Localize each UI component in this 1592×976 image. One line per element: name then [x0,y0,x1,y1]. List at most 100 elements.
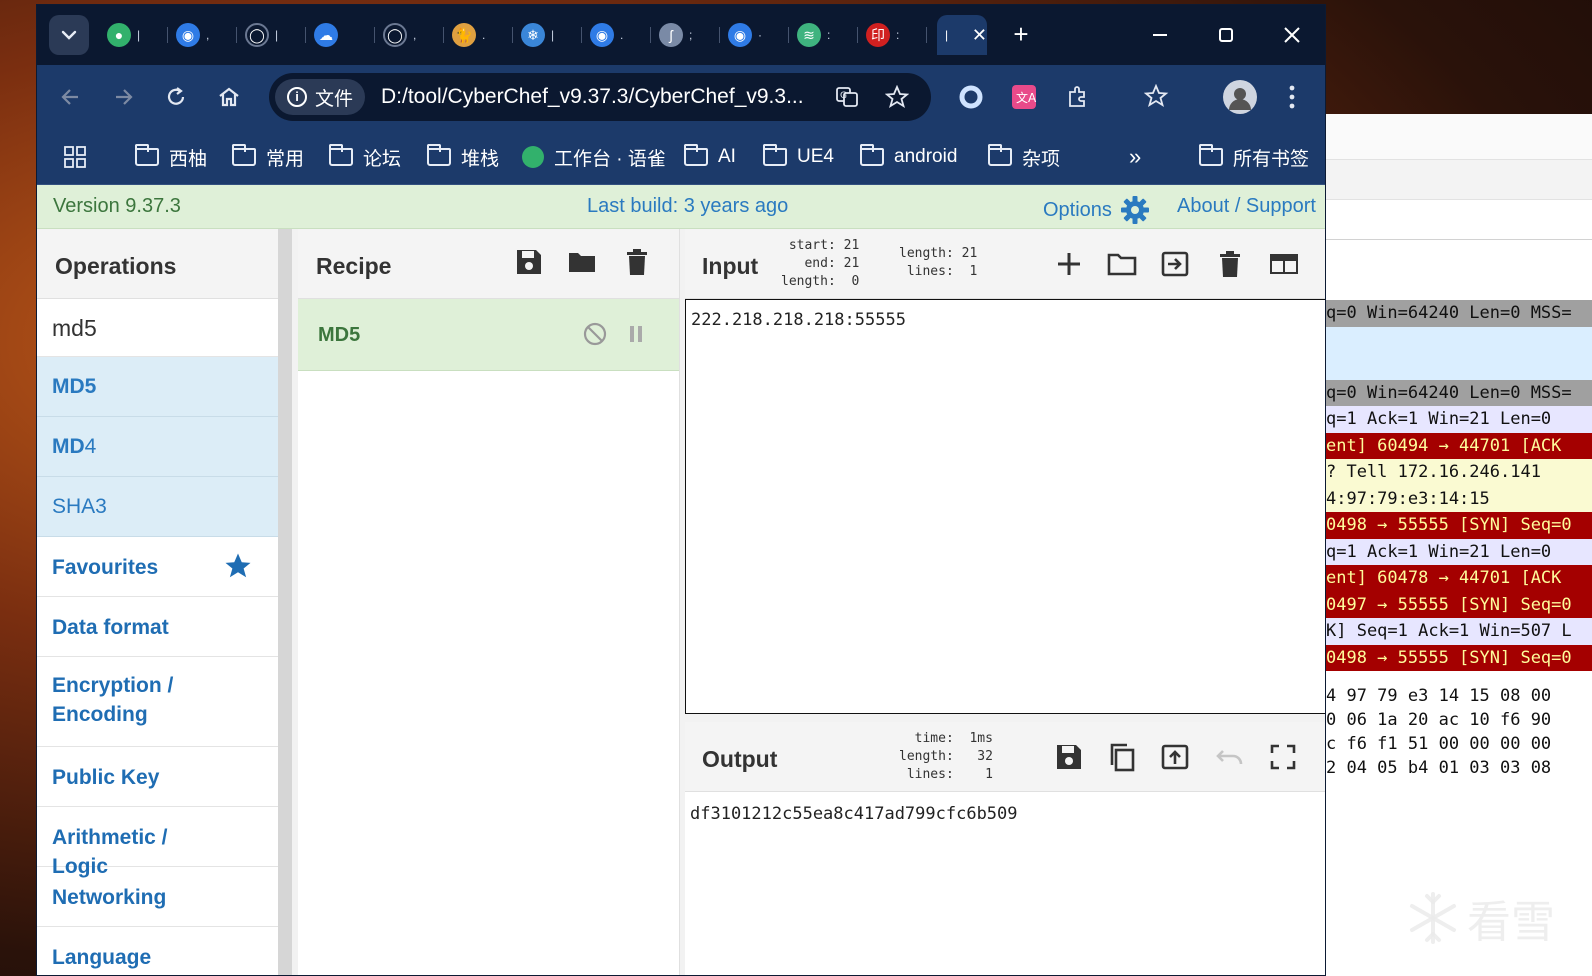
tab-7[interactable]: ◉. [582,15,651,55]
favorites-star-icon[interactable] [1143,83,1171,111]
add-input-tab-icon[interactable] [1054,249,1084,279]
packet-row[interactable]: q=0 Win=64240 Len=0 MSS= [1326,300,1592,327]
packet-row[interactable]: q=1 Ack=1 Win=21 Len=0 [1326,406,1592,433]
io-splitter[interactable] [685,714,1325,722]
profile-avatar[interactable] [1223,80,1257,114]
save-recipe-icon[interactable] [514,247,544,277]
bookmark-0[interactable]: 西柚 [135,143,207,171]
input-text[interactable]: 222.218.218.218:55555 [691,310,906,330]
forward-button[interactable] [109,83,137,111]
bookmark-2[interactable]: 论坛 [329,143,401,171]
site-info-chip[interactable]: i 文件 [275,79,366,115]
load-recipe-folder-icon[interactable] [567,247,597,277]
tab-9[interactable]: ◉ · [720,15,789,55]
tab-11[interactable]: 印: [858,15,927,55]
tab-search-button[interactable] [49,15,89,55]
browser-window[interactable]: ● | ◉, ◯ | ☁ ◯, 🐈. ❄ | ◉. ʃ; ◉ · ≋: 印: | ✕ + i 文件 [36,4,1326,976]
tab-3[interactable]: ☁ [306,15,375,55]
operation-result-0[interactable]: MD5 [37,357,278,417]
disable-operation-icon[interactable] [583,322,607,346]
back-button[interactable] [57,83,85,111]
input-textarea[interactable]: 222.218.218.218:55555 [685,299,1325,714]
extensions-puzzle-icon[interactable] [1064,83,1092,111]
pause-breakpoint-icon[interactable] [628,324,644,344]
hex-row[interactable]: c f6 f1 51 00 00 00 00 [1326,732,1592,756]
bookmark-3[interactable]: 堆栈 [427,143,499,171]
bookmark-1[interactable]: 常用 [232,143,304,171]
packet-row[interactable] [1326,353,1592,380]
clear-recipe-trash-icon[interactable] [622,247,652,277]
tab-4[interactable]: ◯, [375,15,444,55]
all-bookmarks-folder[interactable]: 所有书签 [1199,143,1309,171]
star-icon[interactable] [223,551,253,581]
packet-row[interactable]: 0498 → 55555 [SYN] Seq=0 [1326,512,1592,539]
bookmark-8[interactable]: 杂项 [988,143,1060,171]
packet-row[interactable]: q=0 Win=64240 Len=0 MSS= [1326,379,1592,406]
apps-grid-icon[interactable] [63,143,87,171]
operations-scrollbar[interactable] [278,229,292,975]
tab-0[interactable]: ● | [99,15,168,55]
packet-row[interactable]: ent] 60494 → 44701 [ACK [1326,432,1592,459]
extension-ring-icon[interactable] [957,83,985,111]
packet-row[interactable]: 4:97:79:e3:14:15 [1326,485,1592,512]
address-bar[interactable]: i 文件 D:/tool/CyberChef_v9.37.3/CyberChef… [269,73,931,121]
bookmark-4[interactable]: 工作台 · 语雀 [522,143,666,171]
bookmark-star-icon[interactable] [884,84,910,109]
close-window-button[interactable] [1259,5,1325,65]
packet-row[interactable]: 0498 → 55555 [SYN] Seq=0 [1326,644,1592,671]
packet-row[interactable]: q=1 Ack=1 Win=21 Len=0 [1326,538,1592,565]
operation-result-1[interactable]: MD4 [37,417,278,477]
operation-result-2[interactable]: SHA3 [37,477,278,537]
category-6[interactable]: Language [37,927,278,975]
new-tab-button[interactable]: + [1005,19,1037,51]
tab-1[interactable]: ◉, [168,15,237,55]
packet-row[interactable]: ent] 60478 → 44701 [ACK [1326,565,1592,592]
packet-row[interactable] [1326,326,1592,353]
maximize-output-icon[interactable] [1268,742,1298,772]
maximize-button[interactable] [1193,5,1259,65]
replace-input-with-output-icon[interactable] [1160,742,1190,772]
reset-layout-icon[interactable] [1268,249,1298,279]
bookmarks-overflow-button[interactable]: » [1129,143,1141,171]
tab-10[interactable]: ≋: [789,15,858,55]
menu-kebab-icon[interactable] [1278,83,1306,111]
tab-6[interactable]: ❄ | [513,15,582,55]
tab-8[interactable]: ʃ; [651,15,720,55]
translate-icon[interactable]: G [835,85,859,109]
background-packet-window[interactable]: q=0 Win=64240 Len=0 MSS= q=0 Win=64240 Le… [1325,114,1592,976]
home-button[interactable] [215,83,243,111]
hex-row[interactable]: 0 06 1a 20 ac 10 f6 90 [1326,708,1592,732]
packet-row[interactable]: K] Seq=1 Ack=1 Win=507 L [1326,618,1592,645]
output-text[interactable]: df3101212c55ea8c417ad799cfc6b509 [690,804,1018,824]
operations-search-input[interactable]: md5 [37,299,278,357]
copy-output-icon[interactable] [1107,742,1137,772]
hex-row[interactable]: 2 04 05 b4 01 03 03 08 [1326,756,1592,780]
extension-translate-icon[interactable]: 文A [1010,83,1038,111]
save-output-icon[interactable] [1054,742,1084,772]
packet-row[interactable]: ? Tell 172.16.246.141 [1326,459,1592,486]
tab-active[interactable]: | ✕ [937,15,987,55]
category-1[interactable]: Data format [37,597,278,657]
minimize-button[interactable] [1127,5,1193,65]
clear-input-trash-icon[interactable] [1215,249,1245,279]
category-3[interactable]: Public Key [37,747,278,807]
packet-row[interactable]: 0497 → 55555 [SYN] Seq=0 [1326,591,1592,618]
reload-button[interactable] [162,83,190,111]
url-text[interactable]: D:/tool/CyberChef_v9.37.3/CyberChef_v9.3… [381,85,821,109]
bookmark-5[interactable]: AI [684,143,736,171]
open-input-folder-icon[interactable] [1160,249,1190,279]
output-area[interactable]: df3101212c55ea8c417ad799cfc6b509 [685,792,1325,975]
category-2[interactable]: Encryption / Encoding [37,657,278,747]
category-5[interactable]: Networking [37,867,278,927]
close-icon[interactable]: ✕ [972,25,987,46]
bookmark-6[interactable]: UE4 [763,143,834,171]
tab-5[interactable]: 🐈. [444,15,513,55]
recipe-operation-md5[interactable]: MD5 [298,299,679,371]
about-support-link[interactable]: About / Support [1177,195,1316,218]
open-input-file-icon[interactable] [1107,249,1137,279]
undo-icon[interactable] [1215,742,1245,772]
category-4[interactable]: Arithmetic / Logic [37,807,278,878]
options-button[interactable]: Options [1043,195,1150,225]
category-0[interactable]: Favourites [37,537,278,597]
tab-2[interactable]: ◯ | [237,15,306,55]
